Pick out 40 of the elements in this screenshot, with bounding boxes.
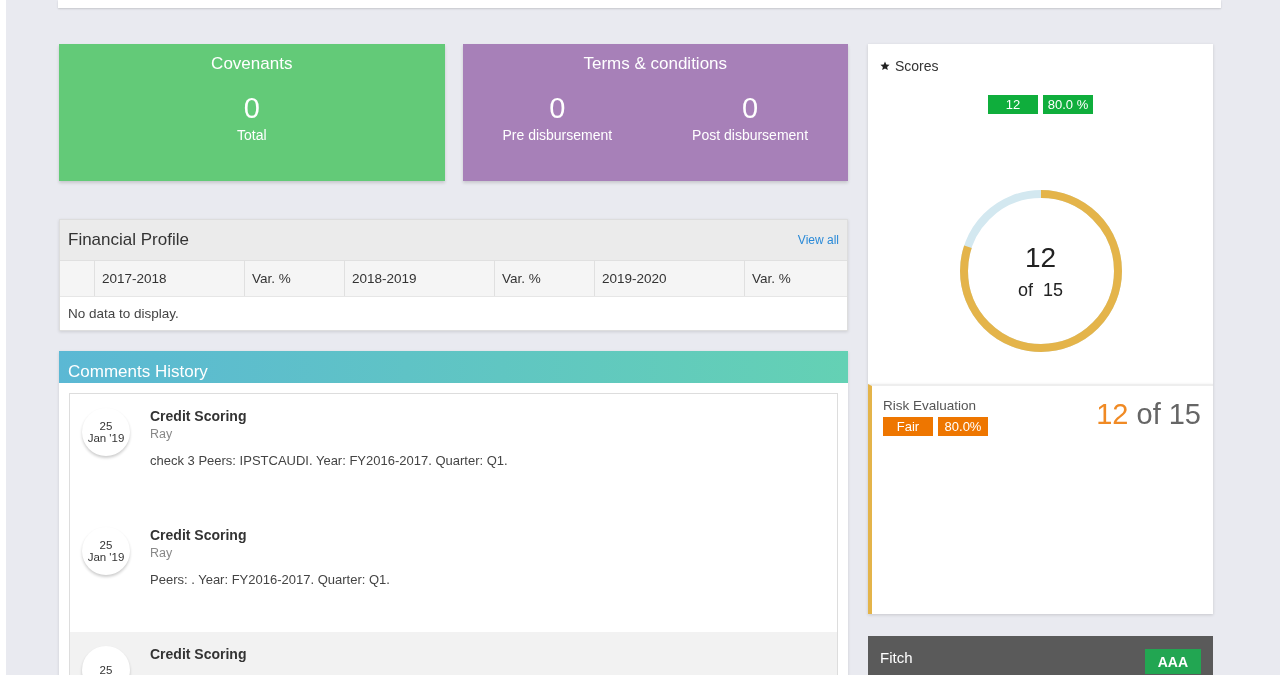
comment-text: check 3 Peers: IPSTCAUDI. Year: FY2016-2017. Quarter: Q1. [150,453,508,468]
date-badge: 25 Jan '19 [82,527,130,575]
comment-author: Ray [150,427,174,441]
stat-label: Pre disbursement [502,127,613,143]
comment-text: Peers: . Year: FY2016-2017. Quarter: Q1. [150,572,390,587]
rating-badge: AAA [1144,649,1201,674]
empty-message: No data to display. [60,296,847,330]
comment-title: Credit Scoring [150,646,247,662]
stat-value: 0 [742,92,759,125]
panel-title: Financial Profile [68,230,189,250]
comment-title: Credit Scoring [150,527,248,543]
stat-value: 0 [243,92,260,125]
card-title: Covenants [211,54,293,74]
risk-score: 12 of 15 [1096,398,1201,432]
risk-badge: 80.0% [938,417,988,436]
column-header: Var. % [494,261,594,296]
column-header: 2019-2020 [594,261,744,296]
score-badge: 80.0 % [1043,95,1093,114]
date-badge: 25 Jan '19 [82,408,130,456]
ring-value: 12 [1024,241,1057,274]
risk-badge: Fair [883,417,933,436]
comment-author: Ray [150,546,174,560]
score-badge: 12 [988,95,1038,114]
stat-label: Total [236,127,267,143]
panel-title: Comments History [59,351,848,383]
card-title: Scores [895,58,939,74]
card-title: Risk Evaluation [883,398,978,413]
comment-title: Credit Scoring [150,408,248,424]
ring-total: of 15 [1017,279,1063,301]
column-header: 2017-2018 [94,261,244,296]
comment-item[interactable]: 25 Credit Scoring [70,632,837,675]
column-header: Var. % [744,261,847,296]
column-header: 2018-2019 [344,261,494,296]
card-title: Fitch [880,649,913,668]
column-header: Var. % [244,261,344,296]
date-badge: 25 [82,646,130,675]
stat-value: 0 [549,92,566,125]
star-icon [880,61,890,71]
stat-label: Post disbursement [692,127,809,143]
card-title: Terms & conditions [583,54,728,74]
